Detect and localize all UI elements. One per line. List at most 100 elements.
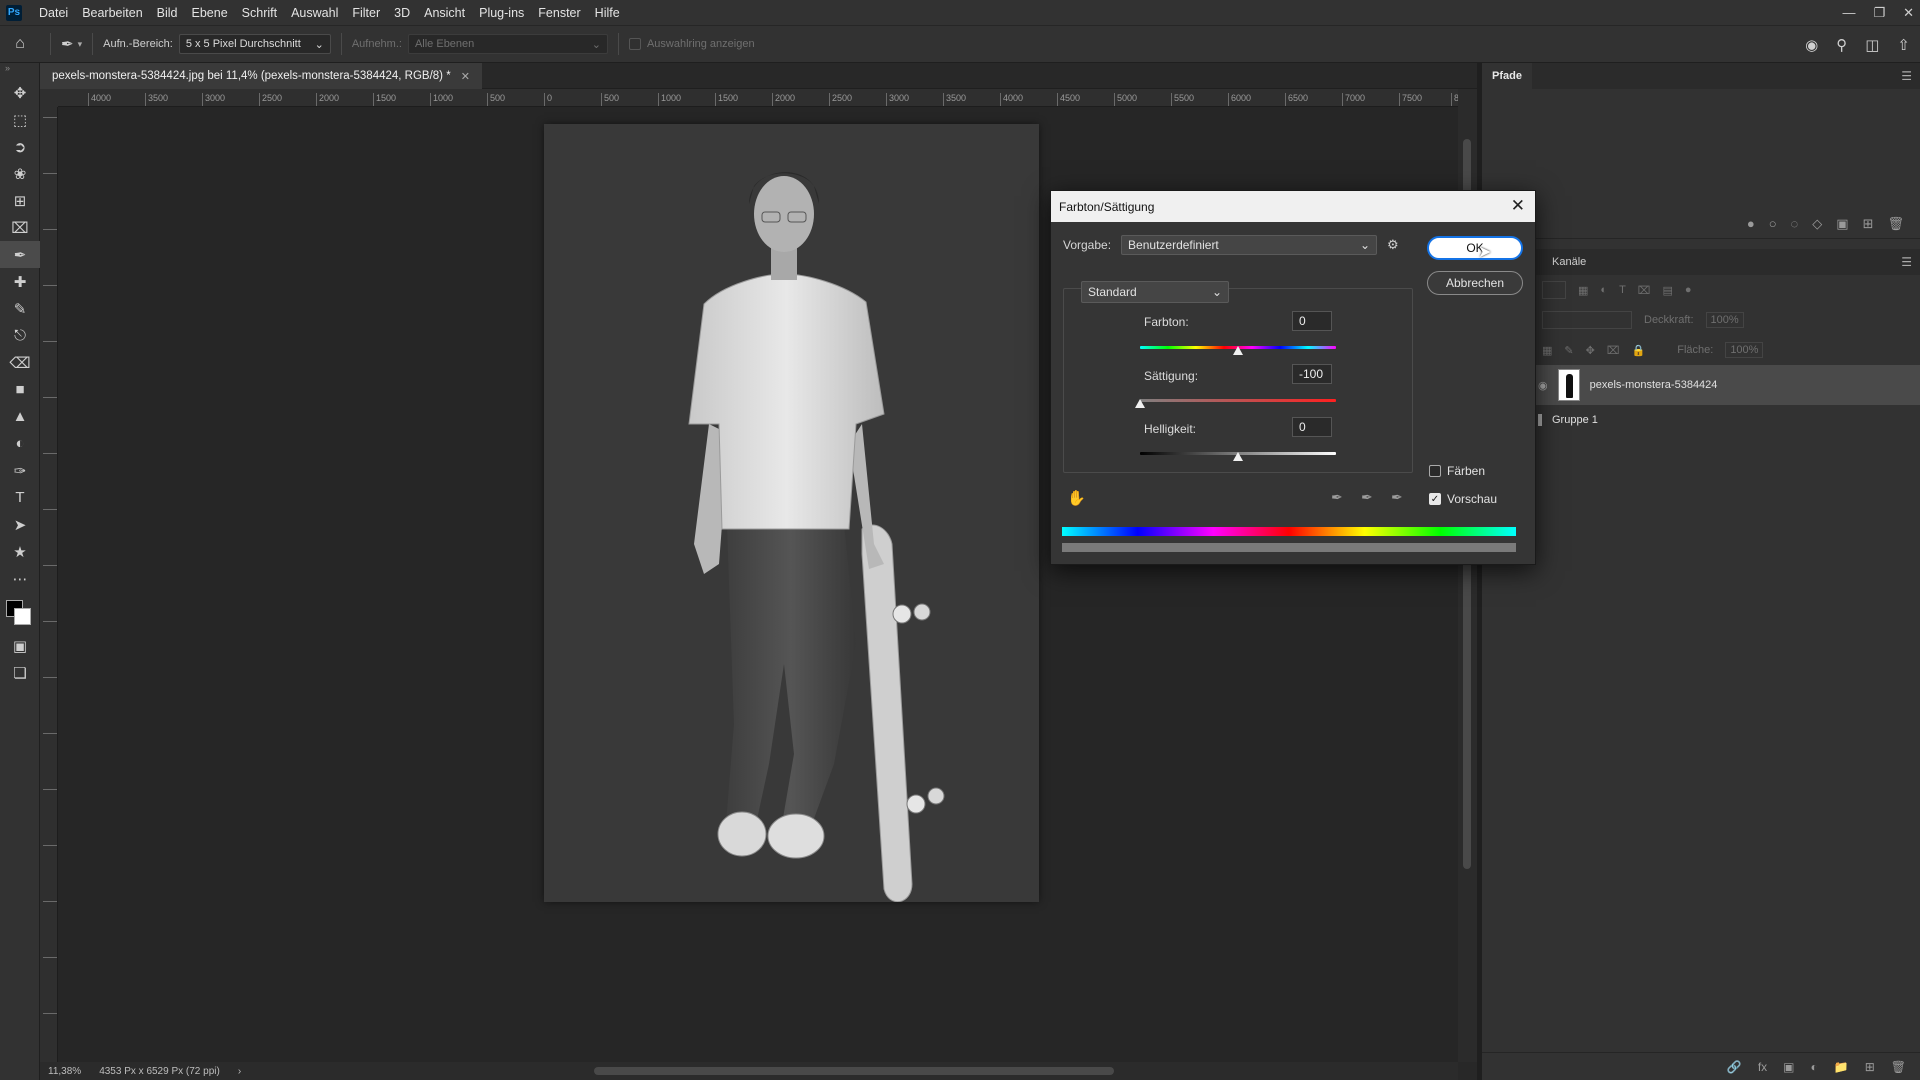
colorize-option[interactable]: Färben (1429, 464, 1485, 478)
layer-group-row[interactable]: Gruppe 1 (1482, 405, 1920, 435)
dodge-tool-icon[interactable]: ◐ (0, 430, 40, 457)
panel-menu-icon[interactable]: ☰ (1901, 69, 1912, 83)
document-canvas[interactable] (544, 124, 1039, 903)
gear-icon[interactable]: ⚙ (1387, 237, 1399, 253)
layer-style-icon[interactable]: fx (1758, 1060, 1767, 1074)
stroke-path-icon[interactable]: ○ (1769, 216, 1777, 231)
add-mask-icon[interactable]: ▣ (1783, 1060, 1794, 1074)
menu-bild[interactable]: Bild (150, 6, 185, 20)
document-tab[interactable]: pexels-monstera-5384424.jpg bei 11,4% (p… (40, 63, 482, 89)
targeted-adjustment-hand-icon[interactable]: ✋ (1067, 489, 1086, 507)
zoom-level[interactable]: 11,38% (48, 1066, 81, 1077)
quick-selection-tool-icon[interactable]: ❀ (0, 160, 40, 187)
menu-datei[interactable]: Datei (32, 6, 75, 20)
restore-icon[interactable]: ❐ (1873, 5, 1885, 21)
channel-select[interactable]: Standard ⌄ (1081, 281, 1229, 303)
menu-ansicht[interactable]: Ansicht (417, 6, 472, 20)
saturation-input[interactable]: -100 (1292, 364, 1332, 384)
saturation-slider-track[interactable] (1140, 399, 1336, 402)
blur-tool-icon[interactable]: ▲ (0, 403, 40, 430)
delete-path-icon[interactable]: 🗑 (1887, 216, 1904, 232)
brush-tool-icon[interactable]: ✎ (0, 295, 40, 322)
shape-tool-icon[interactable]: ★ (0, 538, 40, 565)
chevron-down-icon: ⌄ (314, 38, 324, 51)
menu-schrift[interactable]: Schrift (235, 6, 284, 20)
sample-size-select[interactable]: 5 x 5 Pixel Durchschnitt ⌄ (178, 34, 331, 54)
path-selection-tool-icon[interactable]: ➤ (0, 511, 40, 538)
preview-option[interactable]: ✓ Vorschau (1429, 492, 1497, 506)
eyedropper-tool-preset-icon[interactable]: ✒ (61, 35, 74, 53)
panel-menu-icon[interactable]: ☰ (1901, 255, 1912, 269)
saturation-slider-thumb[interactable] (1135, 399, 1145, 408)
menu-auswahl[interactable]: Auswahl (284, 6, 345, 20)
horizontal-scrollbar[interactable] (284, 1062, 1458, 1080)
menu-bearbeiten[interactable]: Bearbeiten (75, 6, 149, 20)
quick-mask-icon[interactable]: ▣ (0, 632, 40, 659)
close-tab-icon[interactable]: ✕ (461, 70, 470, 83)
marquee-tool-icon[interactable]: ⬚ (0, 106, 40, 133)
chevron-right-icon[interactable]: › (238, 1066, 241, 1077)
menu-hilfe[interactable]: Hilfe (588, 6, 627, 20)
type-tool-icon[interactable]: T (0, 484, 40, 511)
export-icon[interactable]: ⇧ (1897, 36, 1910, 54)
add-mask-icon[interactable]: ▣ (1836, 216, 1848, 232)
menu-bar: Ps Datei Bearbeiten Bild Ebene Schrift A… (0, 0, 1920, 25)
background-color-swatch[interactable] (14, 608, 31, 625)
cancel-button[interactable]: Abbrechen (1427, 271, 1523, 295)
preview-checkbox[interactable]: ✓ (1429, 493, 1441, 505)
ok-button[interactable]: OK (1427, 236, 1523, 260)
tab-paths[interactable]: Pfade (1482, 63, 1532, 89)
chevron-down-icon[interactable]: ▾ (78, 39, 83, 50)
crop-tool-icon[interactable]: ⊞ (0, 187, 40, 214)
menu-3d[interactable]: 3D (387, 6, 417, 20)
layer-row[interactable]: ◉ pexels-monstera-5384424 (1482, 365, 1920, 405)
make-work-path-icon[interactable]: ◇ (1812, 216, 1822, 232)
menu-ebene[interactable]: Ebene (185, 6, 235, 20)
collapse-icon[interactable]: » (0, 63, 39, 79)
dialog-titlebar[interactable]: Farbton/Sättigung ✕ (1051, 191, 1535, 222)
lasso-tool-icon[interactable]: ➲ (0, 133, 40, 160)
tab-channels[interactable]: Kanäle (1542, 249, 1597, 275)
menu-filter[interactable]: Filter (345, 6, 387, 20)
eyedropper-tool-icon[interactable]: ✒ (0, 241, 40, 268)
new-layer-icon[interactable]: ⊞ (1865, 1060, 1875, 1074)
new-path-icon[interactable]: ⊞ (1863, 216, 1874, 232)
more-tools-icon[interactable]: ⋯ (0, 565, 40, 592)
lightness-input[interactable]: 0 (1292, 417, 1332, 437)
tools-panel: » ✥ ⬚ ➲ ❀ ⊞ ⌧ ✒ ✚ ✎ ⎋ ⌫ ■ ▲ ◐ ✑ T ➤ ★ ⋯ … (0, 63, 40, 1080)
layer-visibility-icon[interactable]: ◉ (1538, 379, 1548, 392)
search-icon[interactable]: ⚲ (1836, 36, 1847, 54)
healing-brush-tool-icon[interactable]: ✚ (0, 268, 40, 295)
hue-input[interactable]: 0 (1292, 311, 1332, 331)
share-user-icon[interactable]: ◉ (1805, 36, 1818, 54)
eraser-tool-icon[interactable]: ⌫ (0, 349, 40, 376)
pen-tool-icon[interactable]: ✑ (0, 457, 40, 484)
color-swatches[interactable] (0, 592, 40, 632)
frame-tool-icon[interactable]: ⌧ (0, 214, 40, 241)
move-tool-icon[interactable]: ✥ (0, 79, 40, 106)
new-group-icon[interactable]: 📁 (1834, 1060, 1849, 1074)
new-adjustment-layer-icon[interactable]: ◐ (1811, 1060, 1818, 1074)
home-icon[interactable]: ⌂ (0, 35, 40, 53)
minimize-icon[interactable]: — (1842, 5, 1855, 20)
ruler-tick (43, 397, 57, 437)
close-dialog-icon[interactable]: ✕ (1511, 196, 1525, 216)
hue-slider-thumb[interactable] (1233, 346, 1243, 355)
screen-mode-icon[interactable]: ❏ (0, 659, 40, 686)
filter-image-icon: ▦ (1578, 284, 1589, 297)
fill-path-icon[interactable]: ● (1747, 216, 1755, 231)
delete-layer-icon[interactable]: 🗑 (1891, 1060, 1906, 1074)
menu-plugins[interactable]: Plug-ins (472, 6, 531, 20)
window-controls: — ❐ ✕ (1842, 0, 1914, 25)
load-selection-icon[interactable]: ◌ (1791, 216, 1799, 231)
menu-fenster[interactable]: Fenster (531, 6, 587, 20)
workspace-icon[interactable]: ◫ (1865, 36, 1879, 54)
clone-stamp-tool-icon[interactable]: ⎋ (0, 322, 40, 349)
close-window-icon[interactable]: ✕ (1903, 5, 1914, 21)
horizontal-scroll-thumb[interactable] (594, 1067, 1114, 1075)
link-layers-icon[interactable]: 🔗 (1727, 1060, 1742, 1074)
lightness-slider-thumb[interactable] (1233, 452, 1243, 461)
colorize-checkbox[interactable] (1429, 465, 1441, 477)
preset-select[interactable]: Benutzerdefiniert ⌄ (1121, 235, 1378, 255)
gradient-tool-icon[interactable]: ■ (0, 376, 40, 403)
